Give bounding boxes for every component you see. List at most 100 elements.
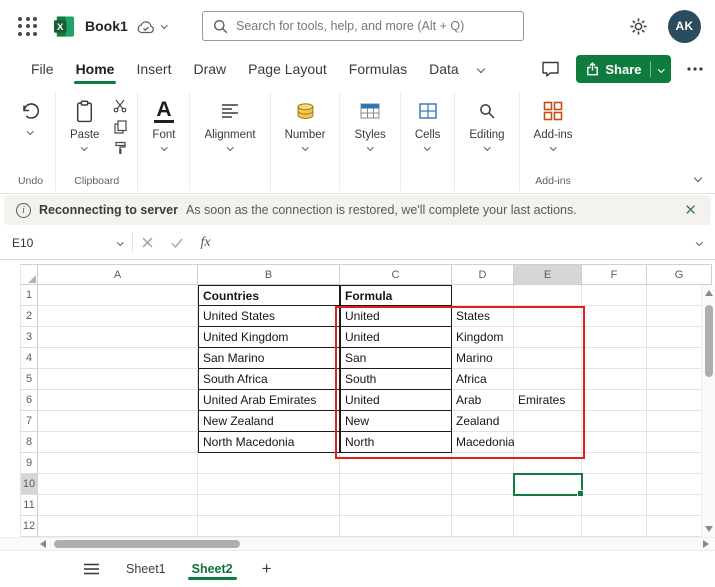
cell-B8[interactable]: North Macedonia: [198, 432, 340, 453]
cell-B7[interactable]: New Zealand: [198, 411, 340, 432]
excel-logo-icon[interactable]: X: [53, 15, 76, 38]
cell-E11[interactable]: [514, 495, 582, 516]
row-header-11[interactable]: 11: [20, 495, 38, 516]
tab-file[interactable]: File: [20, 52, 65, 86]
cell-B5[interactable]: South Africa: [198, 369, 340, 390]
format-painter-button[interactable]: [110, 140, 130, 156]
cell-F3[interactable]: [582, 327, 647, 348]
vertical-scrollbar[interactable]: [701, 285, 715, 537]
copy-button[interactable]: [110, 119, 130, 135]
column-header-G[interactable]: G: [647, 264, 712, 285]
styles-menu-button[interactable]: Styles: [347, 92, 392, 153]
share-chevron-icon[interactable]: [651, 65, 672, 73]
column-header-A[interactable]: A: [38, 264, 198, 285]
number-menu-button[interactable]: Number: [278, 92, 333, 153]
row-header-6[interactable]: 6: [20, 390, 38, 411]
column-header-D[interactable]: D: [452, 264, 514, 285]
column-header-C[interactable]: C: [340, 264, 452, 285]
row-header-4[interactable]: 4: [20, 348, 38, 369]
cell-F6[interactable]: [582, 390, 647, 411]
insert-function-button[interactable]: fx: [191, 226, 220, 259]
tab-home[interactable]: Home: [65, 52, 126, 86]
tab-data[interactable]: Data: [418, 52, 470, 86]
cell-E5[interactable]: [514, 369, 582, 390]
cells-menu-button[interactable]: Cells: [408, 92, 448, 153]
cell-F2[interactable]: [582, 306, 647, 327]
title-chevron-icon[interactable]: [160, 21, 168, 29]
share-button[interactable]: Share: [576, 55, 671, 83]
cell-C12[interactable]: [340, 516, 452, 537]
cell-C3[interactable]: United: [340, 327, 452, 348]
enter-entry-button[interactable]: [162, 226, 191, 259]
cell-E8[interactable]: [514, 432, 582, 453]
cell-D2[interactable]: States: [452, 306, 514, 327]
cell-E12[interactable]: [514, 516, 582, 537]
search-input[interactable]: [236, 19, 513, 33]
cell-B10[interactable]: [198, 474, 340, 495]
cell-D8[interactable]: Macedonia: [452, 432, 515, 453]
cell-B4[interactable]: San Marino: [198, 348, 340, 369]
cell-D3[interactable]: Kingdom: [452, 327, 514, 348]
cell-A12[interactable]: [38, 516, 198, 537]
paste-button[interactable]: Paste: [63, 92, 106, 153]
cell-A2[interactable]: [38, 306, 198, 327]
cell-F10[interactable]: [582, 474, 647, 495]
cell-E9[interactable]: [514, 453, 582, 474]
cell-E3[interactable]: [514, 327, 582, 348]
column-header-E[interactable]: E: [514, 264, 582, 285]
row-header-2[interactable]: 2: [20, 306, 38, 327]
cell-C1[interactable]: Formula: [340, 285, 452, 306]
cell-A11[interactable]: [38, 495, 198, 516]
scroll-down-button[interactable]: [704, 521, 713, 537]
cell-F8[interactable]: [582, 432, 647, 453]
row-header-3[interactable]: 3: [20, 327, 38, 348]
cell-F9[interactable]: [582, 453, 647, 474]
row-header-5[interactable]: 5: [20, 369, 38, 390]
cell-E7[interactable]: [514, 411, 582, 432]
cell-C2[interactable]: United: [340, 306, 452, 327]
cell-D12[interactable]: [452, 516, 514, 537]
cell-C11[interactable]: [340, 495, 452, 516]
cell-C9[interactable]: [340, 453, 452, 474]
cell-F5[interactable]: [582, 369, 647, 390]
alignment-menu-button[interactable]: Alignment: [197, 92, 262, 153]
addins-button[interactable]: Add-ins: [527, 92, 580, 153]
cell-A10[interactable]: [38, 474, 198, 495]
cell-C4[interactable]: San: [340, 348, 452, 369]
cell-D10[interactable]: [452, 474, 514, 495]
cell-B6[interactable]: United Arab Emirates: [198, 390, 340, 411]
comments-icon[interactable]: [541, 61, 560, 78]
row-header-7[interactable]: 7: [20, 411, 38, 432]
tab-insert[interactable]: Insert: [125, 52, 182, 86]
cell-C7[interactable]: New: [340, 411, 452, 432]
horizontal-scroll-thumb[interactable]: [54, 540, 240, 548]
cell-D9[interactable]: [452, 453, 514, 474]
cell-F4[interactable]: [582, 348, 647, 369]
tab-draw[interactable]: Draw: [182, 52, 237, 86]
account-avatar[interactable]: AK: [668, 9, 701, 43]
scroll-left-button[interactable]: [40, 540, 46, 548]
search-bar[interactable]: [202, 11, 524, 41]
cell-C5[interactable]: South: [340, 369, 452, 390]
cell-B2[interactable]: United States: [198, 306, 340, 327]
more-options-icon[interactable]: [687, 67, 703, 71]
cell-C10[interactable]: [340, 474, 452, 495]
sheet-list-icon[interactable]: [84, 563, 99, 575]
cell-F12[interactable]: [582, 516, 647, 537]
row-header-9[interactable]: 9: [20, 453, 38, 474]
sheet-tab-sheet2[interactable]: Sheet2: [179, 551, 246, 587]
cell-B12[interactable]: [198, 516, 340, 537]
font-menu-button[interactable]: A Font: [145, 92, 182, 153]
sheet-tab-sheet1[interactable]: Sheet1: [113, 551, 179, 587]
cancel-entry-button[interactable]: [133, 226, 162, 259]
undo-button[interactable]: [13, 92, 48, 137]
cell-A6[interactable]: [38, 390, 198, 411]
cell-A7[interactable]: [38, 411, 198, 432]
tab-formulas[interactable]: Formulas: [338, 52, 418, 86]
cell-B9[interactable]: [198, 453, 340, 474]
cell-B3[interactable]: United Kingdom: [198, 327, 340, 348]
cut-button[interactable]: [110, 98, 130, 114]
settings-gear-icon[interactable]: [629, 17, 648, 36]
column-header-F[interactable]: F: [582, 264, 647, 285]
name-box[interactable]: E10: [0, 226, 132, 259]
